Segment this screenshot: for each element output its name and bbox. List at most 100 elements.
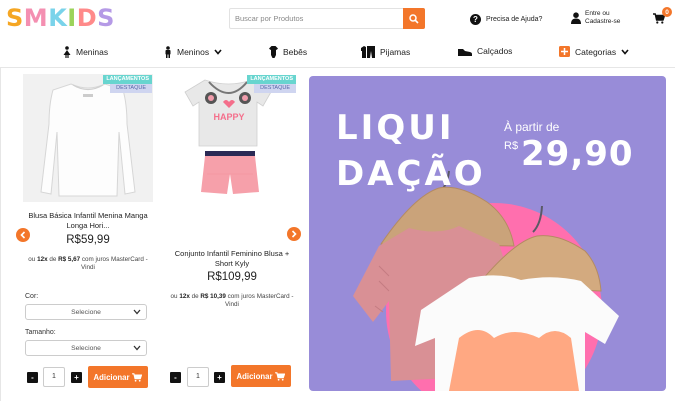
site-logo[interactable]: SMKIDS bbox=[6, 4, 115, 32]
qty-increase-button[interactable]: + bbox=[71, 372, 82, 383]
color-select-value: Selecione bbox=[71, 308, 101, 316]
product-installments: ou 12x de R$ 10,39 com juros MasterCard … bbox=[167, 293, 297, 309]
chevron-left-icon bbox=[20, 231, 26, 239]
nav-item-meninos[interactable]: Meninos bbox=[164, 46, 222, 58]
help-link[interactable]: ? Precisa de Ajuda? bbox=[470, 11, 542, 27]
product-image[interactable]: HAPPY LANÇAMENTOS DESTAQUE bbox=[167, 74, 297, 202]
carousel-prev-button[interactable] bbox=[16, 228, 30, 242]
logo-letter: S bbox=[6, 4, 24, 32]
product-card: HAPPY LANÇAMENTOS DESTAQUE Conjunto Infa… bbox=[167, 74, 300, 396]
white-long-sleeve-shirt-image bbox=[23, 74, 153, 202]
product-name[interactable]: Blusa Básica Infantil Menina Manga Longa… bbox=[23, 211, 153, 230]
color-label: Cor: bbox=[25, 293, 39, 300]
banner-price: 29,90 bbox=[521, 134, 634, 174]
plus-square-icon bbox=[559, 46, 570, 57]
nav-label: Meninas bbox=[76, 47, 109, 57]
nav-label: Bebês bbox=[283, 47, 308, 57]
badge-new: LANÇAMENTOS bbox=[103, 75, 152, 84]
add-to-cart-label: Adicionar bbox=[93, 372, 130, 382]
qty-input[interactable]: 1 bbox=[187, 367, 209, 387]
installment-count: 12x bbox=[179, 293, 190, 300]
help-label: Precisa de Ajuda? bbox=[486, 15, 543, 23]
banner-currency: R$ bbox=[504, 140, 519, 152]
chevron-down-icon bbox=[621, 48, 629, 55]
nav-item-meninas[interactable]: Meninas bbox=[63, 46, 108, 58]
badge-featured: DESTAQUE bbox=[254, 84, 296, 93]
search-button[interactable] bbox=[403, 8, 425, 29]
installment-value: R$ 5,67 bbox=[58, 256, 81, 263]
carousel-next-button[interactable] bbox=[287, 227, 301, 241]
logo-letter: M bbox=[23, 4, 49, 32]
installment-prefix: ou bbox=[28, 256, 36, 263]
installment-mid: de bbox=[49, 256, 57, 263]
search-input[interactable] bbox=[230, 9, 402, 28]
product-name[interactable]: Conjunto Infantil Feminino Blusa + Short… bbox=[167, 249, 297, 268]
boy-icon bbox=[165, 46, 171, 58]
installment-mid: de bbox=[191, 293, 199, 300]
baby-bodysuit-icon bbox=[269, 46, 278, 58]
divider bbox=[0, 68, 1, 401]
nav-label: Meninos bbox=[177, 47, 210, 57]
nav-item-calcados[interactable]: Calçados bbox=[458, 46, 512, 56]
installment-suffix: com juros MasterCard - Vindi bbox=[81, 256, 148, 271]
installment-count: 12x bbox=[37, 256, 48, 263]
product-card: LANÇAMENTOS DESTAQUE Blusa Básica Infant… bbox=[23, 74, 156, 396]
color-select[interactable]: Selecione bbox=[25, 304, 147, 320]
cart-count-badge: 0 bbox=[662, 7, 672, 17]
banner-title-line1: LIQUI bbox=[336, 108, 455, 148]
product-installments: ou 12x de R$ 5,67 com juros MasterCard -… bbox=[23, 256, 153, 272]
product-image[interactable]: LANÇAMENTOS DESTAQUE bbox=[23, 74, 153, 202]
chevron-down-icon bbox=[214, 49, 222, 55]
account-signup-label: Cadastre-se bbox=[585, 17, 621, 25]
banner-title-line2: DAÇÃO bbox=[336, 154, 486, 194]
nav-label: Pijamas bbox=[380, 47, 411, 57]
qty-increase-button[interactable]: + bbox=[214, 372, 225, 383]
promo-banner[interactable]: LIQUI DAÇÃO À partir de R$ 29,90 bbox=[309, 76, 666, 391]
tee-print-text: HAPPY bbox=[213, 112, 244, 122]
size-select[interactable]: Selecione bbox=[25, 340, 147, 356]
account-link[interactable]: Entre ou Cadastre-se bbox=[571, 10, 620, 25]
installment-value: R$ 10,39 bbox=[200, 293, 226, 300]
nav-item-pijamas[interactable]: Pijamas bbox=[361, 46, 410, 58]
pajama-icon bbox=[361, 46, 375, 58]
badge-featured: DESTAQUE bbox=[110, 84, 152, 93]
cart-button[interactable]: 0 bbox=[653, 7, 672, 29]
nav-label: Categorias bbox=[575, 46, 617, 57]
main-nav: Meninas Meninos Bebês Pijamas Calçados C… bbox=[0, 38, 675, 68]
product-price: R$109,99 bbox=[207, 271, 257, 283]
size-select-value: Selecione bbox=[71, 344, 101, 352]
installment-suffix: com juros MasterCard - Vindi bbox=[225, 293, 294, 308]
account-login-label: Entre ou bbox=[585, 10, 610, 17]
logo-letter: I bbox=[67, 4, 77, 32]
question-icon: ? bbox=[470, 13, 481, 25]
search-icon bbox=[409, 13, 419, 24]
shoe-icon bbox=[458, 49, 472, 56]
qty-decrease-button[interactable]: - bbox=[170, 372, 181, 383]
nav-label: Calçados bbox=[477, 46, 513, 56]
chevron-down-icon bbox=[133, 309, 141, 315]
logo-letter: S bbox=[97, 4, 115, 32]
happy-tee-shorts-set-image: HAPPY bbox=[167, 74, 297, 202]
badge-new: LANÇAMENTOS bbox=[247, 75, 296, 84]
search-bar bbox=[229, 8, 425, 29]
user-icon bbox=[571, 11, 581, 24]
size-label: Tamanho: bbox=[25, 329, 56, 336]
logo-letter: K bbox=[48, 4, 68, 32]
installment-prefix: ou bbox=[170, 293, 178, 300]
chevron-down-icon bbox=[133, 345, 141, 351]
nav-item-bebes[interactable]: Bebês bbox=[269, 46, 307, 58]
chevron-right-icon bbox=[291, 230, 297, 238]
banner-from-label: À partir de bbox=[504, 120, 560, 134]
qty-decrease-button[interactable]: - bbox=[27, 372, 38, 383]
logo-letter: D bbox=[76, 4, 98, 32]
cart-icon bbox=[275, 371, 286, 381]
qty-input[interactable]: 1 bbox=[43, 367, 65, 387]
girl-icon bbox=[63, 46, 71, 58]
product-price: R$59,99 bbox=[66, 234, 110, 246]
nav-item-categorias[interactable]: Categorias bbox=[559, 46, 629, 57]
add-to-cart-button[interactable]: Adicionar bbox=[231, 365, 291, 387]
add-to-cart-button[interactable]: Adicionar bbox=[88, 366, 148, 388]
site-header: SMKIDS ? Precisa de Ajuda? Entre ou Cada… bbox=[0, 0, 675, 38]
add-to-cart-label: Adicionar bbox=[236, 371, 273, 381]
cart-icon bbox=[132, 372, 143, 382]
